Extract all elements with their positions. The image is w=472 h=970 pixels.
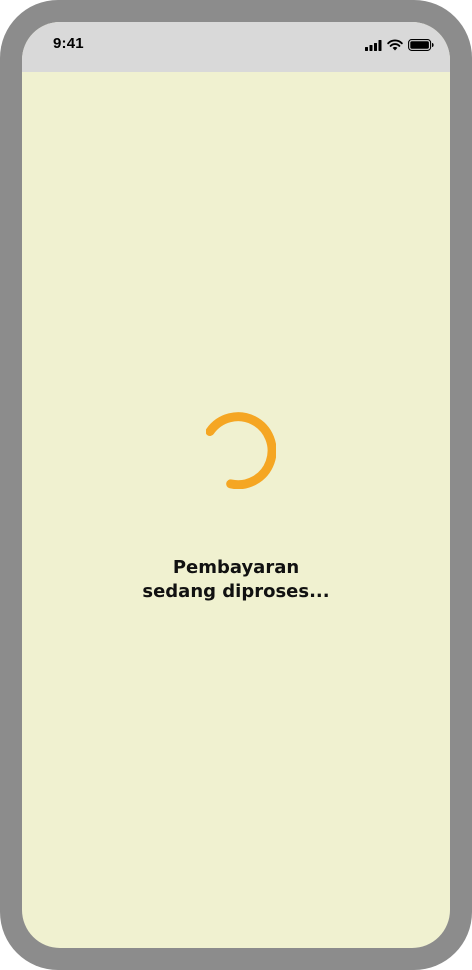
cellular-signal-icon [365, 39, 382, 51]
phone-screen: 9:41 Pembayaran sedang diproses... [22, 22, 450, 948]
wifi-icon [387, 39, 403, 51]
status-bar: 9:41 [22, 22, 450, 72]
battery-icon [408, 39, 434, 51]
device-frame: 9:41 Pembayaran sedang diproses... [0, 0, 472, 970]
message-line-2: sedang diproses... [142, 581, 330, 602]
message-line-1: Pembayaran [172, 557, 300, 578]
payment-processing-message: Pembayaran sedang diproses... [22, 556, 450, 604]
loading-spinner-icon [206, 412, 276, 489]
status-time: 9:41 [53, 35, 84, 52]
status-icons [365, 38, 434, 52]
